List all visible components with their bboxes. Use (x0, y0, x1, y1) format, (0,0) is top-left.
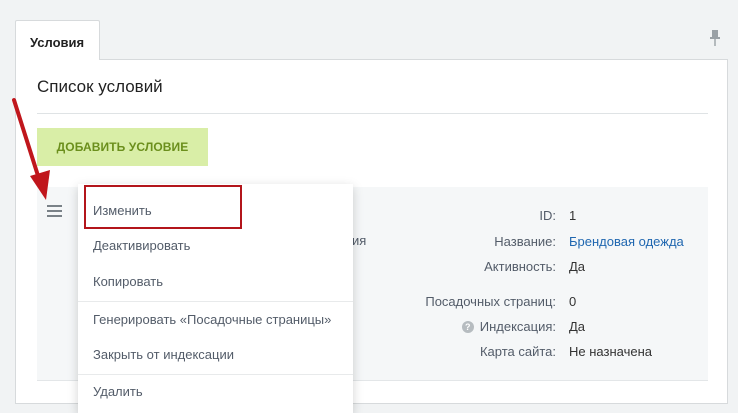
prop-label-indexing-row: ? Индексация: (461, 319, 556, 334)
menu-item-close-indexing[interactable]: Закрыть от индексации (78, 338, 353, 372)
menu-item-deactivate[interactable]: Деактивировать (78, 229, 353, 263)
prop-value-indexing: Да (569, 319, 586, 334)
prop-value-landing-pages: 0 (569, 294, 577, 309)
menu-separator (78, 301, 353, 302)
menu-item-copy[interactable]: Копировать (78, 265, 353, 299)
edit-highlight-frame (84, 185, 242, 229)
prop-value-active: Да (569, 259, 586, 274)
prop-label-sitemap: Карта сайта: (479, 344, 556, 359)
menu-item-delete[interactable]: Удалить (78, 375, 353, 409)
add-condition-button[interactable]: ДОБАВИТЬ УСЛОВИЕ (37, 128, 208, 166)
title-divider (37, 113, 708, 114)
help-icon[interactable]: ? (461, 321, 474, 333)
prop-label-name: Название: (494, 234, 556, 249)
prop-value-id: 1 (569, 208, 577, 223)
prop-label-landing-pages: Посадочных страниц: (425, 294, 556, 309)
prop-label-indexing: Индексация: (479, 319, 556, 334)
condition-partial-text: ия (352, 233, 367, 248)
arrow-icon (12, 98, 50, 200)
hamburger-icon[interactable] (47, 205, 63, 217)
pin-icon[interactable] (708, 29, 722, 47)
tab-conditions[interactable]: Условия (15, 20, 100, 60)
prop-label-id: ID: (539, 208, 556, 223)
menu-item-generate-landing[interactable]: Генерировать «Посадочные страницы» (78, 303, 353, 337)
tab-conditions-label: Условия (30, 35, 85, 50)
prop-value-sitemap: Не назначена (569, 344, 652, 359)
prop-label-active: Активность: (484, 259, 556, 274)
page-title: Список условий (37, 77, 163, 96)
prop-value-name-link[interactable]: Брендовая одежда (569, 234, 684, 249)
